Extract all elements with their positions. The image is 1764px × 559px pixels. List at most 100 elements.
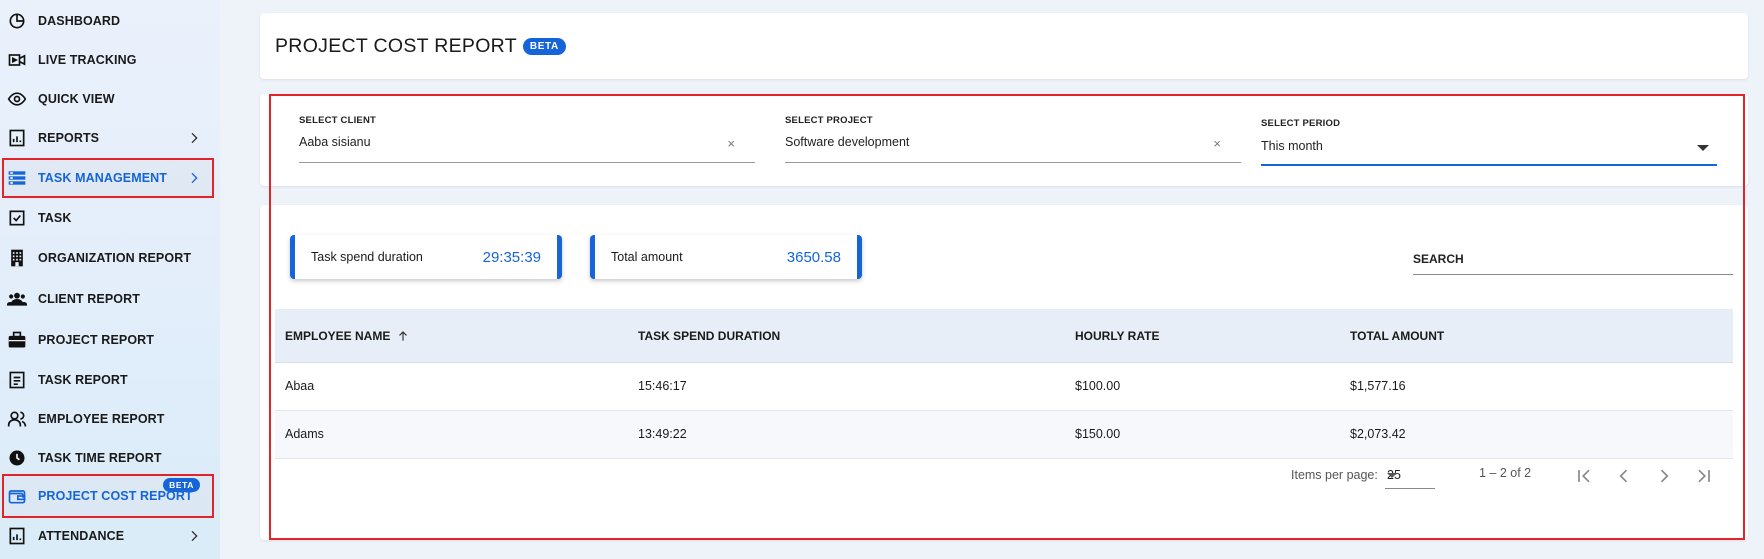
page-range-label: 1 – 2 of 2 bbox=[1479, 466, 1532, 480]
period-select-value: This month bbox=[1261, 139, 1323, 153]
employee-cell: Adams bbox=[285, 427, 324, 441]
sidebar-item-label: TASK MANAGEMENT bbox=[38, 171, 168, 185]
wallet-icon bbox=[6, 485, 28, 507]
items-per-page-label: Items per page: bbox=[1291, 468, 1378, 482]
first-page-icon bbox=[1578, 469, 1590, 483]
search-field[interactable] bbox=[1413, 249, 1733, 279]
duration-stat-value: 29:35:39 bbox=[482, 248, 541, 266]
sidebar-item-label: REPORTS bbox=[38, 131, 100, 145]
chevron-left-icon bbox=[1619, 469, 1628, 483]
sidebar-item-live-tracking[interactable]: LIVE TRACKING bbox=[2, 41, 214, 79]
sidebar-item-task-time-report[interactable]: TASK TIME REPORT bbox=[2, 439, 214, 477]
task-management-icon bbox=[6, 167, 28, 189]
sidebar-item-attendance[interactable]: ATTENDANCE bbox=[2, 517, 214, 555]
column-header-label: TASK SPEND DURATION bbox=[638, 328, 781, 343]
chevron-right-icon bbox=[191, 530, 198, 542]
document-icon bbox=[6, 369, 28, 391]
client-select[interactable]: SELECT CLIENT Aaba sisianu × bbox=[299, 115, 755, 163]
column-header-label: EMPLOYEE NAME bbox=[285, 328, 391, 343]
group-icon bbox=[6, 288, 28, 310]
clock-icon bbox=[6, 447, 28, 469]
rate-cell: $150.00 bbox=[1075, 427, 1121, 441]
page-title: PROJECT COST REPORT BETA bbox=[275, 35, 566, 58]
column-header-employee[interactable]: EMPLOYEE NAME bbox=[285, 329, 410, 343]
table-row[interactable]: Abaa 15:46:17 $100.00 $1,577.16 bbox=[275, 363, 1733, 411]
total-cell: $1,577.16 bbox=[1350, 379, 1406, 393]
employee-cell: Abaa bbox=[285, 379, 315, 393]
amount-stat-label: Total amount bbox=[611, 250, 683, 264]
eye-icon bbox=[6, 88, 28, 110]
duration-cell: 15:46:17 bbox=[638, 379, 687, 393]
sidebar-item-label: ATTENDANCE bbox=[38, 529, 125, 543]
sidebar-item-task-report[interactable]: TASK REPORT bbox=[2, 361, 214, 399]
search-input[interactable] bbox=[1413, 249, 1733, 275]
sidebar-item-project-cost-report[interactable]: PROJECT COST REPORT BETA bbox=[2, 474, 214, 518]
sidebar-item-label: ORGANIZATION REPORT bbox=[38, 251, 192, 265]
last-page-button[interactable] bbox=[1693, 465, 1715, 487]
sidebar-item-label: CLIENT REPORT bbox=[38, 292, 140, 306]
total-cell: $2,073.42 bbox=[1350, 427, 1406, 441]
attendance-icon bbox=[6, 525, 28, 547]
project-select-label: SELECT PROJECT bbox=[785, 115, 873, 126]
period-select-label: SELECT PERIOD bbox=[1261, 118, 1341, 129]
sidebar-item-project-report[interactable]: PROJECT REPORT bbox=[2, 321, 214, 359]
sort-ascending-icon bbox=[399, 330, 408, 341]
chevron-right-icon bbox=[191, 172, 198, 184]
page-header: PROJECT COST REPORT BETA bbox=[260, 13, 1748, 79]
sidebar-item-label: EMPLOYEE REPORT bbox=[38, 412, 165, 426]
column-header-duration[interactable]: TASK SPEND DURATION bbox=[638, 329, 780, 343]
building-icon bbox=[6, 247, 28, 269]
report-icon bbox=[6, 127, 28, 149]
sidebar-item-client-report[interactable]: CLIENT REPORT bbox=[2, 280, 214, 318]
checkbox-icon bbox=[6, 207, 28, 229]
sidebar-item-label: PROJECT REPORT bbox=[38, 333, 154, 347]
clear-project-icon[interactable]: × bbox=[1213, 136, 1221, 151]
column-header-label: TOTAL AMOUNT bbox=[1350, 328, 1445, 343]
project-select-value: Software development bbox=[785, 135, 910, 149]
next-page-button[interactable] bbox=[1653, 465, 1675, 487]
sidebar-item-organization-report[interactable]: ORGANIZATION REPORT bbox=[2, 239, 214, 277]
duration-stat-label: Task spend duration bbox=[311, 250, 423, 264]
beta-badge: BETA bbox=[163, 478, 200, 492]
briefcase-icon bbox=[6, 329, 28, 351]
amount-stat-value: 3650.58 bbox=[786, 248, 841, 266]
report-panel: Task spend duration 29:35:39 Total amoun… bbox=[260, 205, 1748, 540]
sidebar-item-label: TASK TIME REPORT bbox=[38, 451, 162, 465]
sidebar-item-reports[interactable]: REPORTS bbox=[2, 119, 214, 157]
paginator: Items per page: 25 1 – 2 of 2 bbox=[260, 455, 1748, 495]
cost-table: EMPLOYEE NAME TASK SPEND DURATION HOURLY… bbox=[275, 309, 1733, 459]
client-select-label: SELECT CLIENT bbox=[299, 115, 377, 126]
sidebar-item-dashboard[interactable]: DASHBOARD bbox=[2, 2, 214, 40]
period-select[interactable]: SELECT PERIOD This month bbox=[1261, 118, 1717, 166]
sidebar-item-task[interactable]: TASK bbox=[2, 199, 214, 237]
sidebar-item-label: TASK REPORT bbox=[38, 373, 128, 387]
sidebar-item-label: QUICK VIEW bbox=[38, 92, 115, 106]
column-header-rate[interactable]: HOURLY RATE bbox=[1075, 329, 1159, 343]
page-size-select[interactable]: 25 bbox=[1385, 461, 1435, 489]
sidebar-item-label: DASHBOARD bbox=[38, 14, 121, 28]
last-page-icon bbox=[1698, 469, 1710, 483]
sidebar-item-employee-report[interactable]: EMPLOYEE REPORT bbox=[2, 400, 214, 438]
sidebar-item-label: TASK bbox=[38, 211, 72, 225]
video-icon bbox=[6, 49, 28, 71]
column-header-total[interactable]: TOTAL AMOUNT bbox=[1350, 329, 1444, 343]
table-row[interactable]: Adams 13:49:22 $150.00 $2,073.42 bbox=[275, 411, 1733, 459]
dropdown-arrow-icon bbox=[1697, 145, 1709, 151]
people-icon bbox=[6, 408, 28, 430]
pie-chart-icon bbox=[6, 10, 28, 32]
column-header-label: HOURLY RATE bbox=[1075, 328, 1160, 343]
sidebar: DASHBOARD LIVE TRACKING QUICK VIEW REPOR… bbox=[0, 0, 220, 559]
clear-client-icon[interactable]: × bbox=[727, 136, 735, 151]
duration-stat-card: Task spend duration 29:35:39 bbox=[290, 235, 562, 279]
previous-page-button[interactable] bbox=[1613, 465, 1635, 487]
amount-stat-card: Total amount 3650.58 bbox=[590, 235, 862, 279]
sidebar-item-quick-view[interactable]: QUICK VIEW bbox=[2, 80, 214, 118]
sidebar-item-task-management[interactable]: TASK MANAGEMENT bbox=[2, 158, 214, 198]
first-page-button[interactable] bbox=[1573, 465, 1595, 487]
project-select[interactable]: SELECT PROJECT Software development × bbox=[785, 115, 1241, 163]
dropdown-arrow-icon bbox=[1387, 473, 1397, 478]
sidebar-item-label: LIVE TRACKING bbox=[38, 53, 137, 67]
chevron-right-icon bbox=[1660, 469, 1669, 483]
rate-cell: $100.00 bbox=[1075, 379, 1121, 393]
duration-cell: 13:49:22 bbox=[638, 427, 687, 441]
